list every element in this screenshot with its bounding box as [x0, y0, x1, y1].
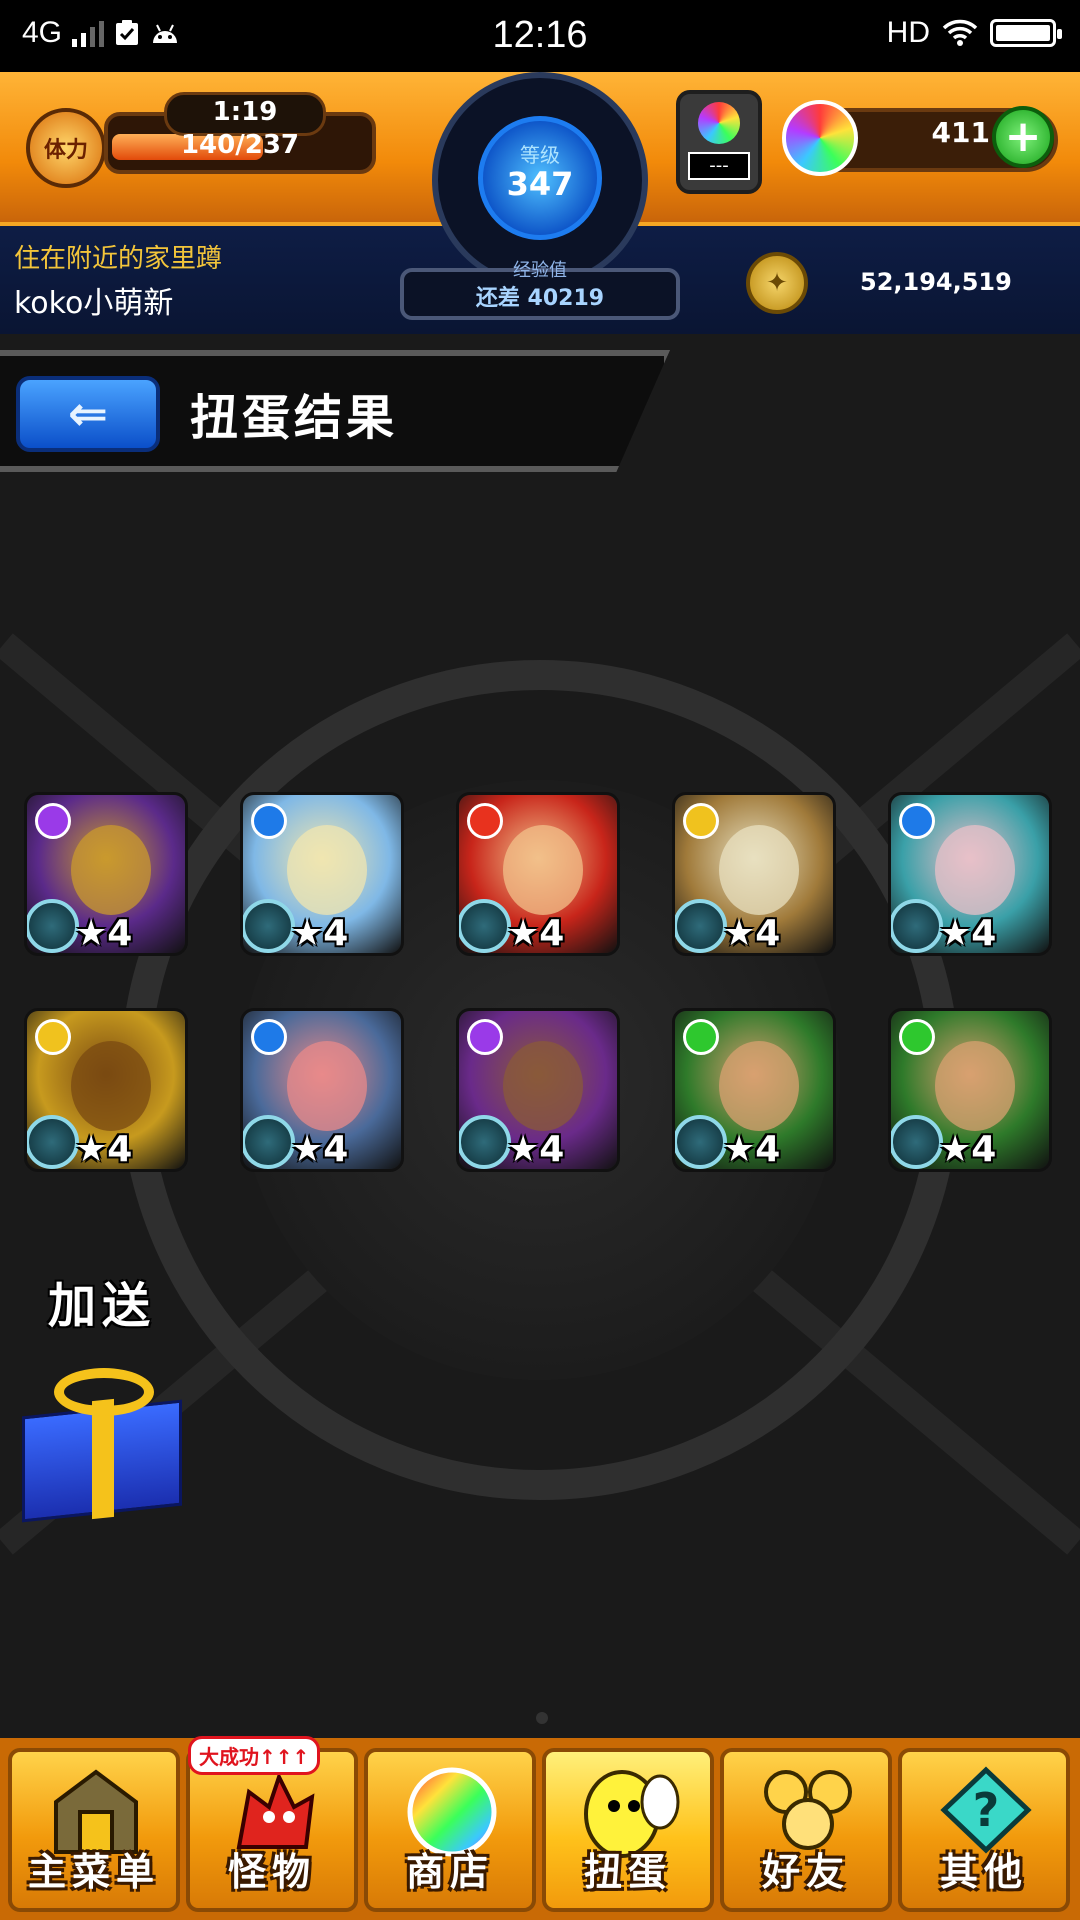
rarity-label: ★4: [939, 913, 997, 954]
element-icon: [251, 1019, 287, 1055]
element-icon: [899, 1019, 935, 1055]
lock-icon: [675, 1115, 727, 1169]
wifi-icon: [942, 19, 978, 46]
nav-label: 怪物: [227, 1850, 316, 1894]
element-icon: [35, 1019, 71, 1055]
level-value: 347: [506, 165, 574, 203]
monster-face: [503, 1041, 583, 1131]
monster-card[interactable]: ★4: [24, 792, 188, 956]
monster-card[interactable]: ★4: [888, 792, 1052, 956]
nav-label: 其他: [939, 1850, 1028, 1894]
nav-item[interactable]: 好友: [720, 1748, 892, 1912]
exp-box: 经验值 还差 40219: [400, 260, 680, 320]
gold-coin-icon: ✦: [746, 252, 808, 314]
rarity-label: ★4: [291, 913, 349, 954]
rarity-label: ★4: [291, 1129, 349, 1170]
lock-icon: [459, 899, 511, 953]
element-icon: [467, 803, 503, 839]
orb-slot-value: ---: [688, 152, 750, 180]
buy-orbs-button[interactable]: +: [992, 106, 1054, 168]
player-name: koko小萌新: [14, 286, 174, 321]
nav-item[interactable]: ? 其他: [898, 1748, 1070, 1912]
coins-value: 52,194,519: [860, 268, 1012, 296]
exp-label: 经验值: [513, 260, 567, 281]
orb-slot-icon: [698, 102, 740, 144]
monster-face: [71, 825, 151, 915]
rarity-label: ★4: [75, 1129, 133, 1170]
battery-icon: [990, 19, 1062, 47]
lock-icon: [27, 1115, 79, 1169]
orb-slot-button[interactable]: ---: [676, 90, 762, 194]
nav-label: 主菜单: [27, 1850, 160, 1894]
rarity-label: ★4: [507, 1129, 565, 1170]
element-icon: [683, 803, 719, 839]
monster-face: [287, 825, 367, 915]
monster-card[interactable]: ★4: [24, 1008, 188, 1172]
bonus-label: 加送: [48, 1278, 157, 1334]
monster-card[interactable]: ★4: [240, 792, 404, 956]
lock-icon: [891, 899, 943, 953]
monster-card[interactable]: ★4: [672, 792, 836, 956]
exp-remaining: 还差 40219: [475, 286, 605, 311]
level-orb: 等级 347: [478, 116, 602, 240]
monster-card[interactable]: ★4: [240, 1008, 404, 1172]
nav-label: 扭蛋: [583, 1850, 672, 1894]
element-icon: [899, 803, 935, 839]
orb-count: 411: [931, 116, 990, 149]
bottom-nav: 主菜单 怪物 大成功↑↑↑ 商店 扭蛋 好友? 其他: [0, 1736, 1080, 1920]
rarity-label: ★4: [723, 1129, 781, 1170]
page-title: 扭蛋结果: [190, 390, 399, 446]
element-icon: [251, 803, 287, 839]
status-bar: 4G 12:16 HD: [0, 0, 1080, 72]
lock-icon: [675, 899, 727, 953]
monster-face: [71, 1041, 151, 1131]
monster-face: [935, 1041, 1015, 1131]
hd-indicator: HD: [886, 16, 930, 49]
monster-face: [935, 825, 1015, 915]
nav-label: 商店: [405, 1850, 494, 1894]
level-label: 等级: [520, 143, 560, 167]
monster-face: [287, 1041, 367, 1131]
monster-face: [503, 825, 583, 915]
gift-ribbon: [92, 1398, 114, 1520]
status-right: HD: [886, 16, 1062, 50]
element-icon: [467, 1019, 503, 1055]
monster-face: [719, 1041, 799, 1131]
lock-icon: [459, 1115, 511, 1169]
gift-bow: [54, 1368, 154, 1416]
page-indicator-dot: [536, 1712, 548, 1724]
nav-label: 好友: [761, 1850, 850, 1894]
rarity-label: ★4: [939, 1129, 997, 1170]
rainbow-orb-icon: [782, 100, 858, 176]
lock-icon: [27, 899, 79, 953]
rarity-label: ★4: [507, 913, 565, 954]
monster-card[interactable]: ★4: [888, 1008, 1052, 1172]
rarity-label: ★4: [723, 913, 781, 954]
monster-card[interactable]: ★4: [672, 1008, 836, 1172]
element-icon: [35, 803, 71, 839]
nav-item[interactable]: 怪物 大成功↑↑↑: [186, 1736, 358, 1912]
nav-item[interactable]: 主菜单: [8, 1748, 180, 1912]
back-button[interactable]: ⇐: [16, 376, 160, 452]
rarity-label: ★4: [75, 913, 133, 954]
monster-card[interactable]: ★4: [456, 1008, 620, 1172]
element-icon: [683, 1019, 719, 1055]
monster-face: [719, 825, 799, 915]
lock-icon: [891, 1115, 943, 1169]
player-title: 住在附近的家里蹲: [14, 244, 223, 274]
nav-item[interactable]: 商店: [364, 1748, 536, 1912]
nav-item[interactable]: 扭蛋: [542, 1748, 714, 1912]
lock-icon: [243, 899, 295, 953]
stamina-icon: 体力: [26, 108, 106, 188]
monster-card[interactable]: ★4: [456, 792, 620, 956]
stamina-value: 140/237: [180, 130, 300, 160]
svg-text:?: ?: [973, 1783, 1000, 1837]
top-hud: 体力 1:19 140/237 等级 347 经验值 还差 40219 --- …: [0, 72, 1080, 334]
nav-badge: 大成功↑↑↑: [188, 1736, 321, 1775]
lock-icon: [243, 1115, 295, 1169]
gift-icon[interactable]: [14, 1360, 194, 1523]
